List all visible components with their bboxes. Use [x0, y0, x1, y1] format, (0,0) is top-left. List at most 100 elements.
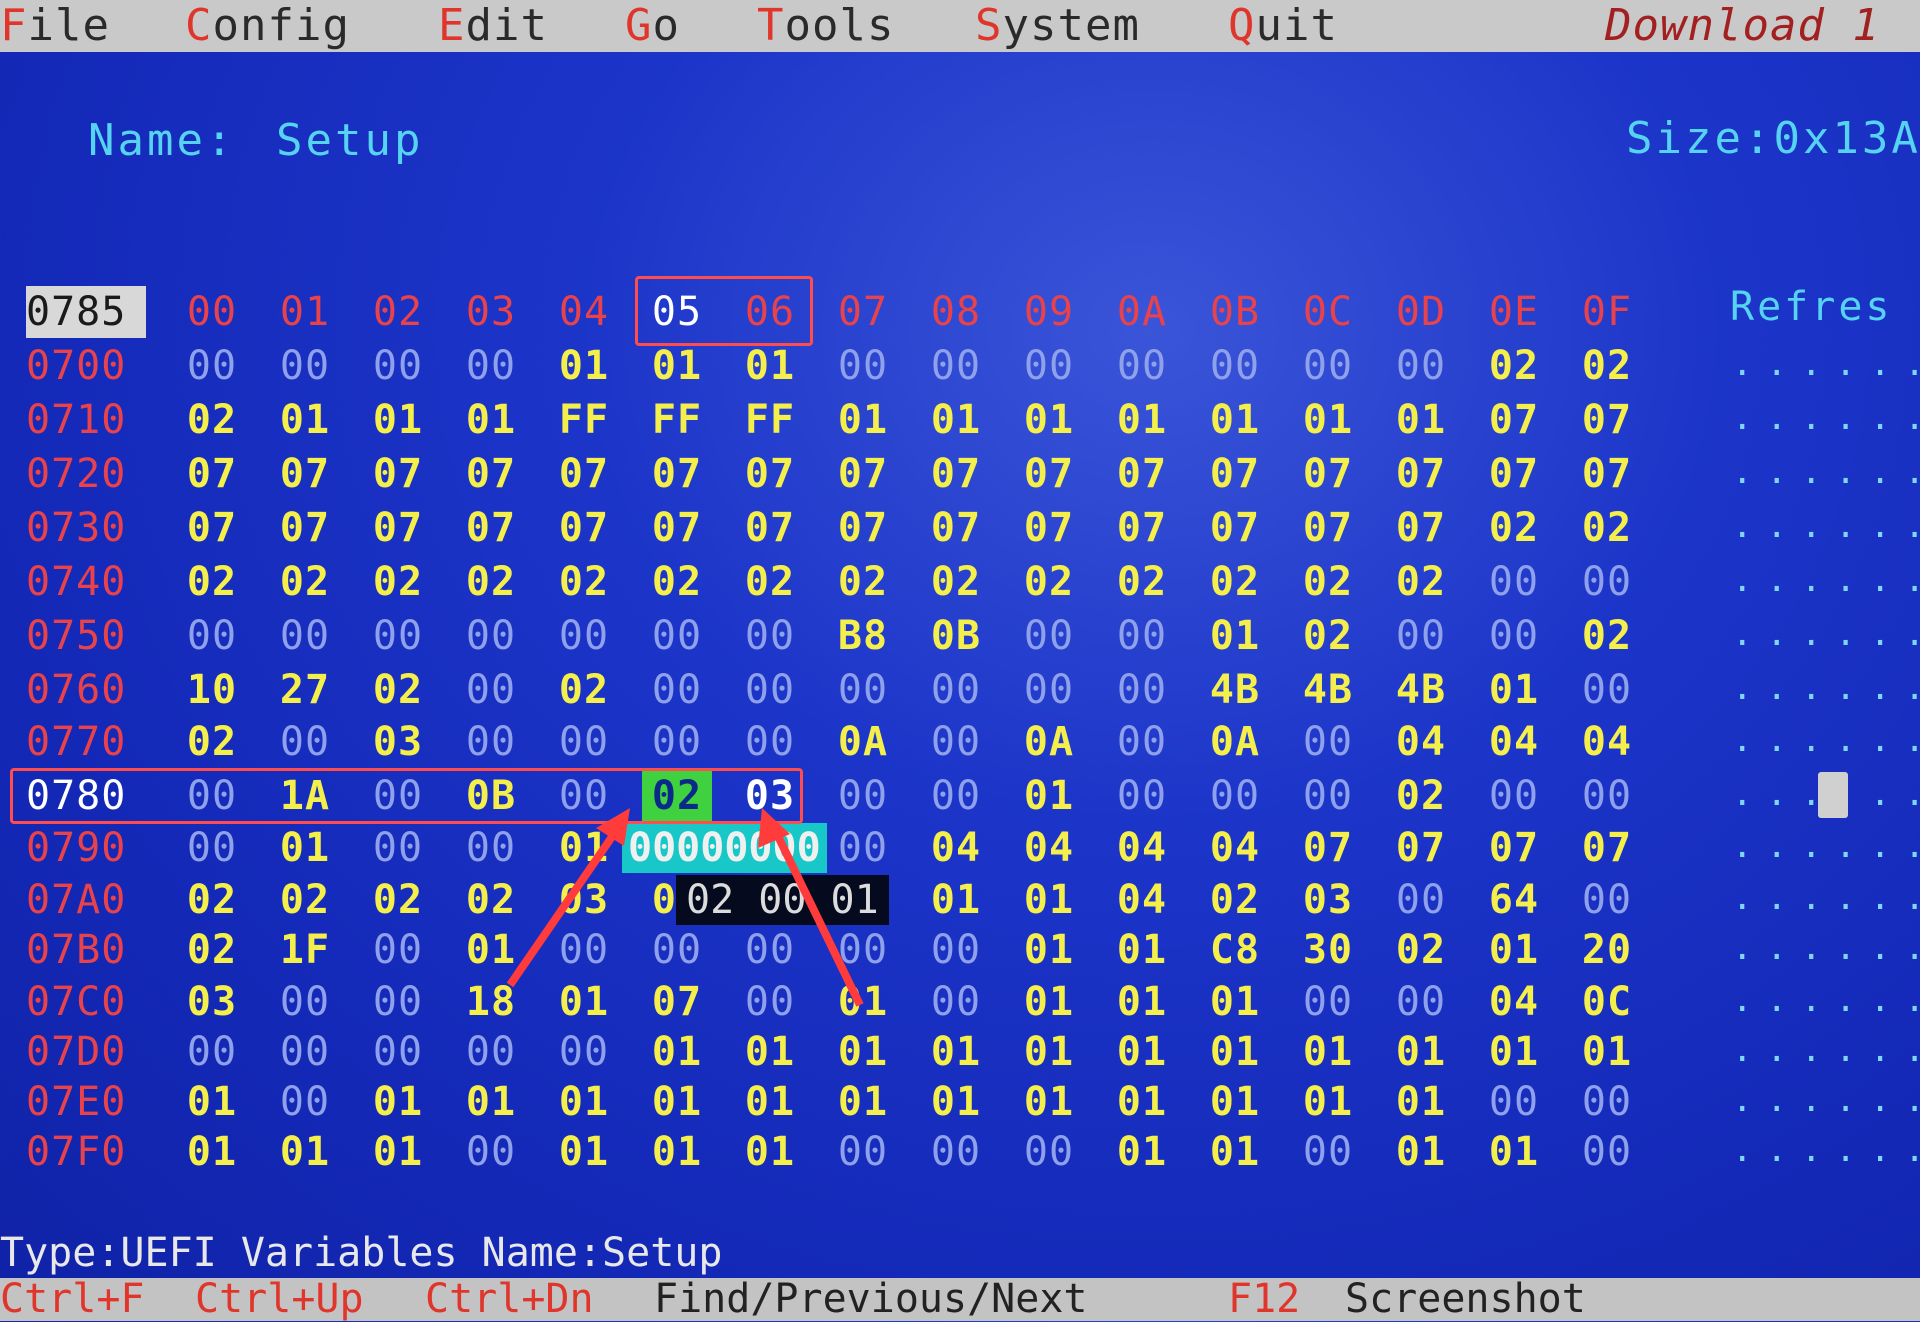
hex-byte[interactable]: 07	[549, 448, 619, 500]
hex-byte[interactable]: 00	[921, 924, 991, 976]
hex-byte[interactable]: 02	[177, 874, 247, 926]
hex-byte[interactable]: 01	[1200, 610, 1270, 662]
hex-byte[interactable]: 00	[1386, 874, 1456, 926]
hex-byte[interactable]: 01	[363, 1126, 433, 1178]
hex-byte[interactable]: 01	[177, 1126, 247, 1178]
hex-byte[interactable]: 07	[642, 502, 712, 554]
hex-byte[interactable]: 00	[1200, 770, 1270, 822]
hex-byte[interactable]: 02	[549, 556, 619, 608]
hex-byte[interactable]: 00	[1107, 664, 1177, 716]
hex-byte[interactable]: 07	[642, 976, 712, 1028]
hex-byte[interactable]: 01	[549, 976, 619, 1028]
key-f12[interactable]: F12	[1228, 1278, 1300, 1321]
hex-byte[interactable]: 03	[1293, 874, 1363, 926]
hex-byte[interactable]: 00	[1014, 340, 1084, 392]
hex-byte[interactable]: 01	[1572, 1026, 1642, 1078]
hex-byte[interactable]: 00	[1107, 340, 1177, 392]
hex-byte[interactable]: 01	[1293, 1076, 1363, 1128]
hex-byte[interactable]: 07	[1479, 822, 1549, 874]
key-ctrl-dn[interactable]: Ctrl+Dn	[425, 1278, 594, 1321]
hex-byte[interactable]: 07	[1293, 448, 1363, 500]
hex-byte[interactable]: 00	[270, 1076, 340, 1128]
hex-byte[interactable]: 01	[1200, 976, 1270, 1028]
hex-byte[interactable]: 03	[363, 716, 433, 768]
hex-byte[interactable]: 04	[1107, 874, 1177, 926]
hex-byte[interactable]: 4B	[1386, 664, 1456, 716]
hex-byte[interactable]: 00	[549, 924, 619, 976]
hex-byte[interactable]: 00	[177, 610, 247, 662]
hex-byte[interactable]: 07	[1107, 502, 1177, 554]
hex-byte[interactable]: 00	[177, 340, 247, 392]
hex-byte[interactable]: 07	[363, 502, 433, 554]
hex-byte[interactable]: 01	[642, 1026, 712, 1078]
hex-byte[interactable]: 00	[735, 976, 805, 1028]
hex-byte[interactable]: 00	[1479, 610, 1549, 662]
hex-byte[interactable]: 00	[1572, 556, 1642, 608]
hex-byte[interactable]: 02	[177, 556, 247, 608]
hex-byte[interactable]: 00	[456, 716, 526, 768]
hex-byte[interactable]: 07	[921, 502, 991, 554]
hex-byte[interactable]: 01	[270, 822, 340, 874]
key-ctrl-f[interactable]: Ctrl+F	[0, 1278, 145, 1321]
hex-byte[interactable]: 02	[363, 874, 433, 926]
hex-byte[interactable]: 04	[1479, 976, 1549, 1028]
hex-byte[interactable]: 00	[828, 924, 898, 976]
hex-byte[interactable]: 01	[1386, 1126, 1456, 1178]
hex-byte[interactable]: 02	[1386, 924, 1456, 976]
hex-byte[interactable]: 00	[1293, 340, 1363, 392]
hex-byte[interactable]: 02	[1572, 502, 1642, 554]
hex-byte[interactable]: 00	[270, 976, 340, 1028]
hex-byte[interactable]: 01	[456, 1076, 526, 1128]
hex-byte[interactable]: 01	[1014, 1026, 1084, 1078]
hex-byte[interactable]: 00	[921, 770, 991, 822]
hex-byte[interactable]: 01	[549, 340, 619, 392]
hex-byte[interactable]: 00	[363, 770, 433, 822]
hex-byte[interactable]: 0A	[1200, 716, 1270, 768]
hex-byte[interactable]: 01	[1200, 1026, 1270, 1078]
hex-byte[interactable]: 01	[921, 1076, 991, 1128]
hex-byte[interactable]: 01	[1200, 1126, 1270, 1178]
hex-byte[interactable]: 07	[828, 502, 898, 554]
hex-byte[interactable]: 00	[456, 664, 526, 716]
hex-byte[interactable]: 01	[642, 1126, 712, 1178]
hex-byte[interactable]: 01	[828, 1026, 898, 1078]
hex-byte[interactable]: 00	[1293, 976, 1363, 1028]
hex-byte[interactable]: 4B	[1200, 664, 1270, 716]
hex-byte[interactable]: 07	[1479, 448, 1549, 500]
hex-byte[interactable]: 02	[363, 664, 433, 716]
hex-byte[interactable]: 00	[921, 1126, 991, 1178]
hex-byte[interactable]: 00	[1014, 664, 1084, 716]
hex-byte[interactable]: 01	[177, 1076, 247, 1128]
menu-edit[interactable]: Edit	[438, 0, 548, 52]
hex-byte[interactable]: 07	[177, 502, 247, 554]
hex-byte[interactable]: 00	[456, 822, 526, 874]
hex-byte[interactable]: B8	[828, 610, 898, 662]
menu-file[interactable]: File	[0, 0, 110, 52]
hex-byte[interactable]: 01	[828, 394, 898, 446]
hex-byte[interactable]: 01	[1014, 924, 1084, 976]
hex-byte[interactable]: 07	[1572, 448, 1642, 500]
hex-byte[interactable]: 01	[549, 1076, 619, 1128]
hex-byte[interactable]: 27	[270, 664, 340, 716]
hex-byte[interactable]: 02	[270, 556, 340, 608]
hex-byte[interactable]: 00	[642, 924, 712, 976]
hex-byte[interactable]: 02	[177, 394, 247, 446]
hex-byte[interactable]: 00	[1386, 976, 1456, 1028]
hex-byte[interactable]: 03	[735, 770, 805, 822]
hex-byte[interactable]: 01	[549, 822, 619, 874]
hex-byte[interactable]: 00	[177, 770, 247, 822]
hex-byte[interactable]: 02	[363, 556, 433, 608]
hex-byte[interactable]: 01	[1293, 1026, 1363, 1078]
hex-byte[interactable]: 0A	[1014, 716, 1084, 768]
hex-byte[interactable]: 00	[1572, 1076, 1642, 1128]
hex-byte[interactable]: 00	[270, 716, 340, 768]
hex-byte[interactable]: 02	[1572, 610, 1642, 662]
hex-byte[interactable]: 01	[735, 1026, 805, 1078]
hex-byte[interactable]: 01	[1107, 976, 1177, 1028]
hex-byte[interactable]: 00	[828, 1126, 898, 1178]
hex-byte[interactable]: 00	[921, 976, 991, 1028]
hex-byte[interactable]: 20	[1572, 924, 1642, 976]
hex-byte[interactable]: 1F	[270, 924, 340, 976]
hex-byte[interactable]: 00	[735, 610, 805, 662]
hex-byte[interactable]: 00	[1479, 770, 1549, 822]
